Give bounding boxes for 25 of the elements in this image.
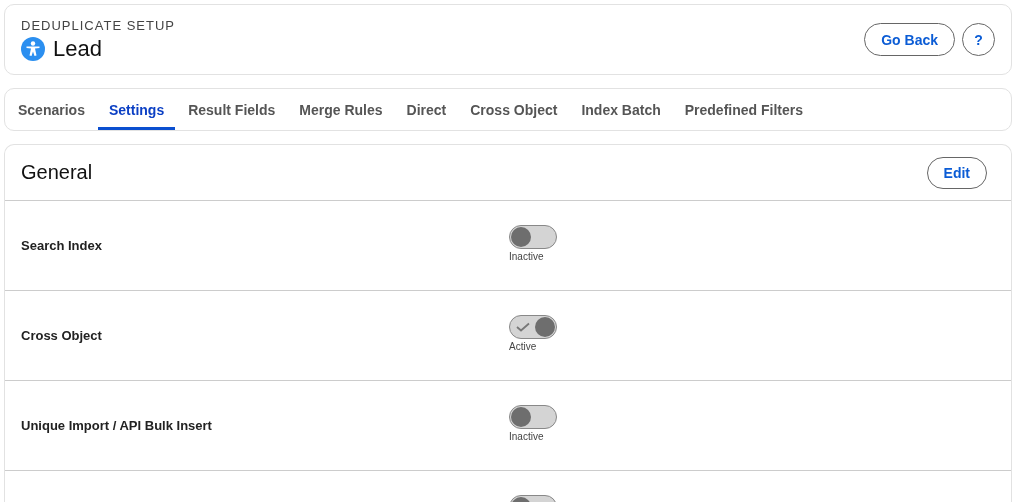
tab[interactable]: Scenarios (7, 89, 96, 130)
page-title: Lead (53, 35, 102, 62)
toggle-switch[interactable] (509, 315, 557, 339)
edit-button[interactable]: Edit (926, 156, 987, 189)
tab[interactable]: Cross Object (459, 89, 569, 130)
tab[interactable]: Merge Rules (288, 89, 394, 130)
help-button[interactable]: ? (962, 23, 995, 56)
tab[interactable]: Result Fields (177, 89, 287, 130)
check-icon (516, 322, 530, 332)
go-back-button[interactable]: Go Back (864, 23, 955, 56)
toggle-status: Inactive (509, 431, 544, 442)
setting-label: Cross Object (21, 328, 103, 343)
toggle-status: Active (509, 341, 537, 352)
tab[interactable]: Predefined Filters (673, 89, 814, 130)
tab[interactable]: Direct (395, 89, 458, 130)
person-icon (21, 36, 45, 61)
tab[interactable]: Settings (97, 89, 176, 130)
eyebrow-text: DEDUPLICATE SETUP (21, 17, 175, 33)
setting-label: Unique Import / API Bulk Insert (21, 418, 213, 433)
setting-label: Search Index (21, 238, 103, 253)
toggle-switch[interactable] (509, 225, 557, 249)
section-title: General (21, 161, 93, 184)
toggle-switch[interactable] (509, 405, 557, 429)
toggle-status: Inactive (509, 251, 544, 262)
tab[interactable]: Index Batch (570, 89, 672, 130)
